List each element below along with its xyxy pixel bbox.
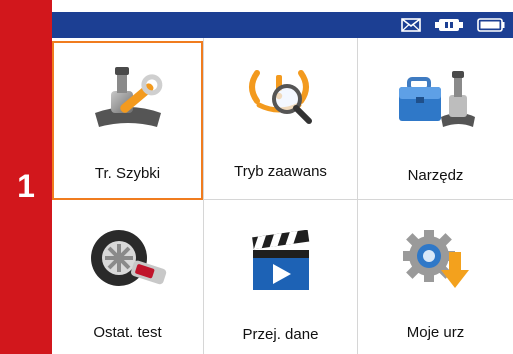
tpms-sensor-wrench-icon [89,65,167,136]
tile-data-review[interactable]: Przej. dane [204,200,357,354]
tile-advanced-mode[interactable]: Tryb zaawans [204,41,357,199]
toolbox-sensor-icon [395,67,477,138]
tile-label: Tr. Szybki [94,165,161,182]
step-number: 1 [17,168,35,204]
status-bar [52,12,513,38]
menu-grid: Tr. Szybki Tryb zaawans Narzędz Ostat. t… [52,38,513,354]
tile-label: Moje urz [406,324,465,341]
main-menu-screen: 1 Tr. Szybki Tryb zaawans Narzędz Ostat.… [0,0,513,354]
tile-label: Ostat. test [93,324,162,341]
gear-download-icon [399,226,473,297]
tire-sensor-icon [87,224,169,299]
tile-last-test[interactable]: Ostat. test [52,200,203,354]
tile-label: Przej. dane [242,326,319,343]
mail-icon[interactable] [401,18,421,32]
tile-quick-mode[interactable]: Tr. Szybki [52,41,203,200]
tile-label: Tryb zaawans [234,163,327,180]
tile-tools[interactable]: Narzędz [358,41,513,199]
video-clapper-icon [247,229,315,297]
battery-icon [477,18,505,32]
connection-icon [435,17,463,33]
step-sidebar: 1 [0,0,52,354]
tpms-warning-magnifier-icon [243,65,319,132]
tile-label: Narzędz [407,167,464,184]
tile-my-device[interactable]: Moje urz [358,200,513,354]
